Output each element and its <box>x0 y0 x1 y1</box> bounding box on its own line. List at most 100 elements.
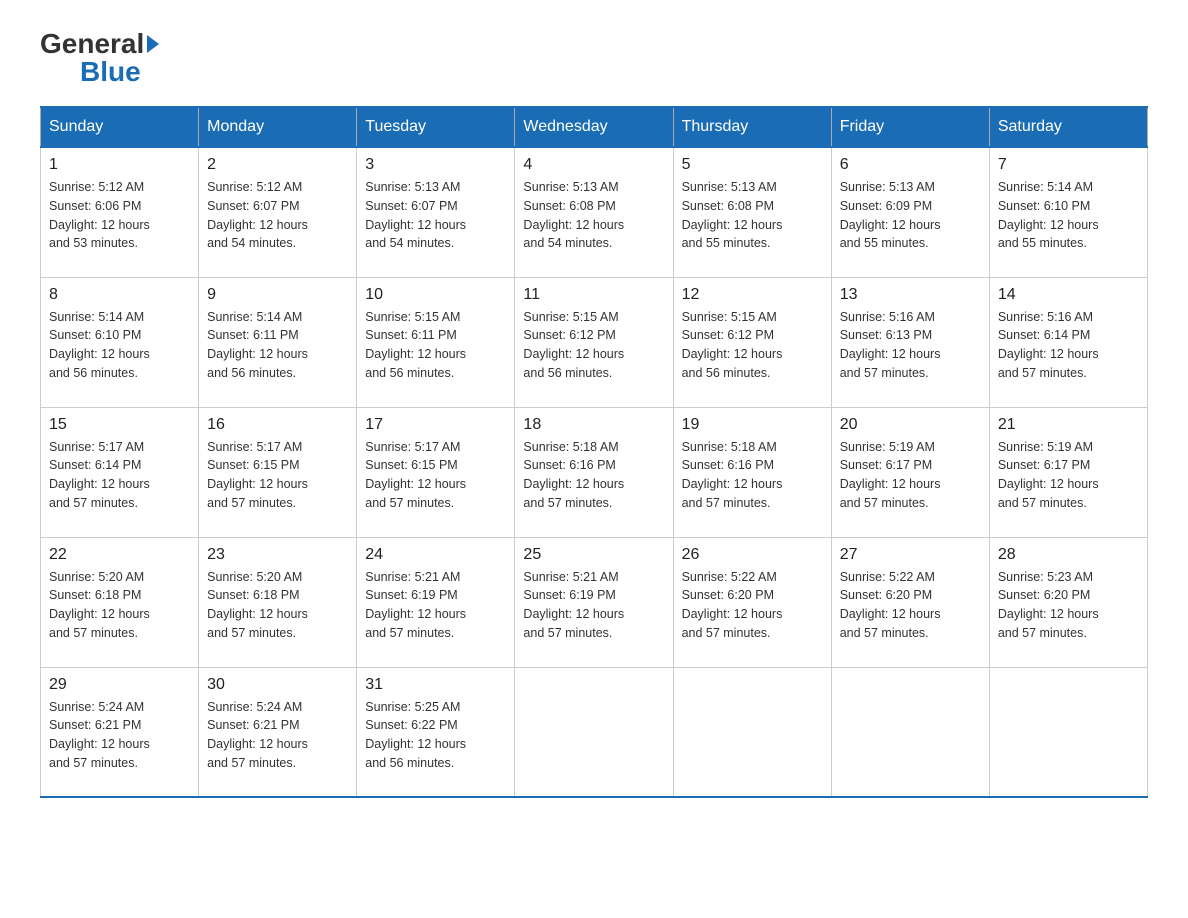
day-number: 22 <box>49 546 190 564</box>
day-info: Sunrise: 5:14 AMSunset: 6:11 PMDaylight:… <box>207 308 348 383</box>
day-info: Sunrise: 5:13 AMSunset: 6:07 PMDaylight:… <box>365 178 506 253</box>
calendar-cell: 1 Sunrise: 5:12 AMSunset: 6:06 PMDaylight… <box>41 147 199 277</box>
calendar-cell: 23Sunrise: 5:20 AMSunset: 6:18 PMDayligh… <box>199 537 357 667</box>
calendar-cell: 27Sunrise: 5:22 AMSunset: 6:20 PMDayligh… <box>831 537 989 667</box>
calendar-cell: 5 Sunrise: 5:13 AMSunset: 6:08 PMDaylight… <box>673 147 831 277</box>
day-info: Sunrise: 5:17 AMSunset: 6:14 PMDaylight:… <box>49 438 190 513</box>
calendar-cell: 16 Sunrise: 5:17 AMSunset: 6:15 PMDayligh… <box>199 407 357 537</box>
day-number: 13 <box>840 286 981 304</box>
calendar-cell: 17 Sunrise: 5:17 AMSunset: 6:15 PMDayligh… <box>357 407 515 537</box>
day-number: 1 <box>49 156 190 174</box>
day-number: 10 <box>365 286 506 304</box>
calendar-cell: 22 Sunrise: 5:20 AMSunset: 6:18 PMDayligh… <box>41 537 199 667</box>
day-number: 5 <box>682 156 823 174</box>
weekday-header-monday: Monday <box>199 107 357 147</box>
logo-general-text: General <box>40 30 159 58</box>
day-number: 3 <box>365 156 506 174</box>
day-info: Sunrise: 5:24 AMSunset: 6:21 PMDaylight:… <box>207 698 348 773</box>
calendar-cell: 28 Sunrise: 5:23 AMSunset: 6:20 PMDayligh… <box>989 537 1147 667</box>
day-info: Sunrise: 5:22 AMSunset: 6:20 PMDaylight:… <box>682 568 823 643</box>
day-number: 18 <box>523 416 664 434</box>
weekday-header-thursday: Thursday <box>673 107 831 147</box>
calendar-cell <box>515 667 673 797</box>
weekday-header-friday: Friday <box>831 107 989 147</box>
calendar-table: SundayMondayTuesdayWednesdayThursdayFrid… <box>40 106 1148 798</box>
day-number: 16 <box>207 416 348 434</box>
calendar-cell: 12Sunrise: 5:15 AMSunset: 6:12 PMDayligh… <box>673 277 831 407</box>
calendar-header-row: SundayMondayTuesdayWednesdayThursdayFrid… <box>41 107 1148 147</box>
day-number: 21 <box>998 416 1139 434</box>
calendar-cell: 30 Sunrise: 5:24 AMSunset: 6:21 PMDayligh… <box>199 667 357 797</box>
calendar-cell <box>989 667 1147 797</box>
day-number: 27 <box>840 546 981 564</box>
day-number: 2 <box>207 156 348 174</box>
day-info: Sunrise: 5:13 AMSunset: 6:08 PMDaylight:… <box>523 178 664 253</box>
logo: General Blue <box>40 30 159 86</box>
calendar-cell: 13Sunrise: 5:16 AMSunset: 6:13 PMDayligh… <box>831 277 989 407</box>
calendar-cell: 20 Sunrise: 5:19 AMSunset: 6:17 PMDayligh… <box>831 407 989 537</box>
day-number: 17 <box>365 416 506 434</box>
day-number: 26 <box>682 546 823 564</box>
calendar-week-row: 1 Sunrise: 5:12 AMSunset: 6:06 PMDaylight… <box>41 147 1148 277</box>
calendar-cell: 11Sunrise: 5:15 AMSunset: 6:12 PMDayligh… <box>515 277 673 407</box>
day-number: 28 <box>998 546 1139 564</box>
day-info: Sunrise: 5:23 AMSunset: 6:20 PMDaylight:… <box>998 568 1139 643</box>
weekday-header-wednesday: Wednesday <box>515 107 673 147</box>
calendar-cell: 10 Sunrise: 5:15 AMSunset: 6:11 PMDayligh… <box>357 277 515 407</box>
calendar-cell: 31 Sunrise: 5:25 AMSunset: 6:22 PMDayligh… <box>357 667 515 797</box>
calendar-cell <box>673 667 831 797</box>
calendar-cell: 19Sunrise: 5:18 AMSunset: 6:16 PMDayligh… <box>673 407 831 537</box>
day-info: Sunrise: 5:14 AMSunset: 6:10 PMDaylight:… <box>998 178 1139 253</box>
day-number: 30 <box>207 676 348 694</box>
day-number: 14 <box>998 286 1139 304</box>
day-number: 9 <box>207 286 348 304</box>
day-number: 23 <box>207 546 348 564</box>
page-header: General Blue <box>40 30 1148 86</box>
calendar-week-row: 8Sunrise: 5:14 AMSunset: 6:10 PMDaylight… <box>41 277 1148 407</box>
day-info: Sunrise: 5:17 AMSunset: 6:15 PMDaylight:… <box>365 438 506 513</box>
calendar-cell: 7Sunrise: 5:14 AMSunset: 6:10 PMDaylight… <box>989 147 1147 277</box>
day-info: Sunrise: 5:21 AMSunset: 6:19 PMDaylight:… <box>365 568 506 643</box>
calendar-cell: 26 Sunrise: 5:22 AMSunset: 6:20 PMDayligh… <box>673 537 831 667</box>
calendar-week-row: 22 Sunrise: 5:20 AMSunset: 6:18 PMDayligh… <box>41 537 1148 667</box>
day-info: Sunrise: 5:25 AMSunset: 6:22 PMDaylight:… <box>365 698 506 773</box>
day-info: Sunrise: 5:18 AMSunset: 6:16 PMDaylight:… <box>682 438 823 513</box>
calendar-cell: 21 Sunrise: 5:19 AMSunset: 6:17 PMDayligh… <box>989 407 1147 537</box>
calendar-cell: 4 Sunrise: 5:13 AMSunset: 6:08 PMDaylight… <box>515 147 673 277</box>
calendar-cell: 8Sunrise: 5:14 AMSunset: 6:10 PMDaylight… <box>41 277 199 407</box>
day-number: 15 <box>49 416 190 434</box>
calendar-cell: 9 Sunrise: 5:14 AMSunset: 6:11 PMDaylight… <box>199 277 357 407</box>
calendar-cell: 15 Sunrise: 5:17 AMSunset: 6:14 PMDayligh… <box>41 407 199 537</box>
calendar-cell: 14 Sunrise: 5:16 AMSunset: 6:14 PMDayligh… <box>989 277 1147 407</box>
calendar-week-row: 29 Sunrise: 5:24 AMSunset: 6:21 PMDayligh… <box>41 667 1148 797</box>
day-number: 25 <box>523 546 664 564</box>
day-number: 12 <box>682 286 823 304</box>
day-info: Sunrise: 5:20 AMSunset: 6:18 PMDaylight:… <box>49 568 190 643</box>
calendar-cell <box>831 667 989 797</box>
day-number: 29 <box>49 676 190 694</box>
weekday-header-tuesday: Tuesday <box>357 107 515 147</box>
day-info: Sunrise: 5:19 AMSunset: 6:17 PMDaylight:… <box>840 438 981 513</box>
day-info: Sunrise: 5:21 AMSunset: 6:19 PMDaylight:… <box>523 568 664 643</box>
calendar-cell: 29 Sunrise: 5:24 AMSunset: 6:21 PMDayligh… <box>41 667 199 797</box>
day-info: Sunrise: 5:16 AMSunset: 6:14 PMDaylight:… <box>998 308 1139 383</box>
day-info: Sunrise: 5:14 AMSunset: 6:10 PMDaylight:… <box>49 308 190 383</box>
day-number: 4 <box>523 156 664 174</box>
day-info: Sunrise: 5:19 AMSunset: 6:17 PMDaylight:… <box>998 438 1139 513</box>
day-info: Sunrise: 5:12 AMSunset: 6:06 PMDaylight:… <box>49 178 190 253</box>
day-info: Sunrise: 5:18 AMSunset: 6:16 PMDaylight:… <box>523 438 664 513</box>
day-info: Sunrise: 5:17 AMSunset: 6:15 PMDaylight:… <box>207 438 348 513</box>
day-info: Sunrise: 5:13 AMSunset: 6:08 PMDaylight:… <box>682 178 823 253</box>
logo-blue-text: Blue <box>80 58 141 86</box>
calendar-cell: 18 Sunrise: 5:18 AMSunset: 6:16 PMDayligh… <box>515 407 673 537</box>
calendar-cell: 2Sunrise: 5:12 AMSunset: 6:07 PMDaylight… <box>199 147 357 277</box>
day-info: Sunrise: 5:15 AMSunset: 6:11 PMDaylight:… <box>365 308 506 383</box>
day-info: Sunrise: 5:24 AMSunset: 6:21 PMDaylight:… <box>49 698 190 773</box>
day-number: 11 <box>523 286 664 304</box>
calendar-week-row: 15 Sunrise: 5:17 AMSunset: 6:14 PMDayligh… <box>41 407 1148 537</box>
calendar-cell: 24Sunrise: 5:21 AMSunset: 6:19 PMDayligh… <box>357 537 515 667</box>
day-number: 20 <box>840 416 981 434</box>
calendar-cell: 6Sunrise: 5:13 AMSunset: 6:09 PMDaylight… <box>831 147 989 277</box>
day-number: 6 <box>840 156 981 174</box>
day-number: 31 <box>365 676 506 694</box>
